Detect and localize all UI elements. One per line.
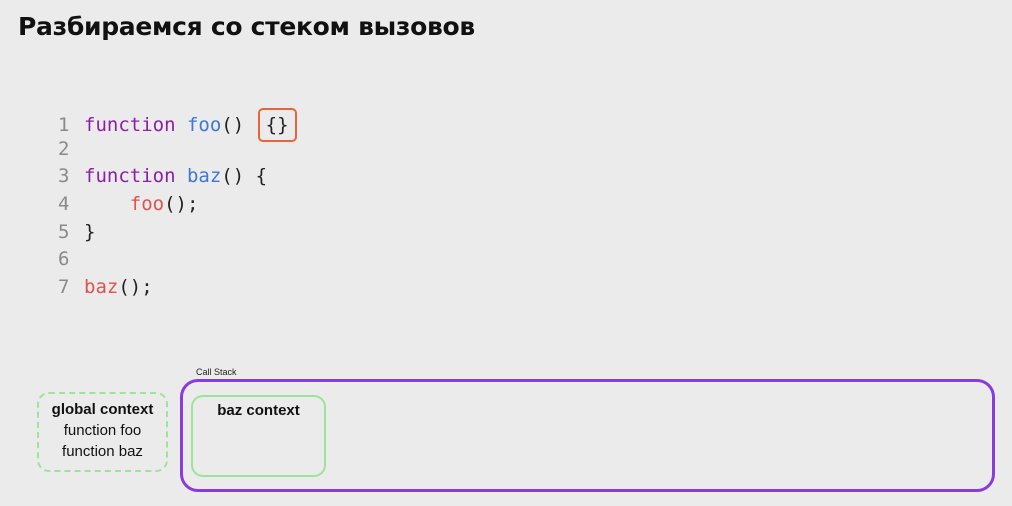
code-line-7: 7 baz();	[58, 274, 297, 302]
line-number: 7	[58, 276, 70, 299]
global-context-item: function foo	[63, 422, 142, 439]
code-line-3: 3 function baz() {	[58, 163, 297, 191]
parens: ()	[221, 165, 245, 188]
open-brace: {	[255, 165, 268, 188]
baz-context-frame: baz context	[191, 395, 326, 477]
code-line-2: 2	[58, 136, 297, 164]
code-block: 1 function foo() {} 2 3 function baz() { 4…	[58, 108, 297, 302]
call-parens: ();	[118, 276, 153, 299]
line-number: 3	[58, 165, 70, 188]
line-number: 5	[58, 220, 70, 243]
parens: ()	[221, 114, 245, 136]
keyword-function: function	[84, 165, 176, 188]
global-context-item: function baz	[62, 443, 143, 460]
line-number: 4	[58, 193, 70, 216]
code-line-6: 6	[58, 246, 297, 274]
function-name-foo: foo	[186, 114, 222, 136]
close-brace: }	[84, 220, 96, 243]
line-number: 6	[58, 248, 70, 271]
call-stack-label: Call Stack	[196, 367, 237, 377]
function-name-baz: baz	[186, 165, 222, 188]
call-baz: baz	[84, 276, 119, 299]
line-number: 2	[58, 137, 70, 160]
keyword-function: function	[84, 114, 176, 136]
call-parens: ();	[164, 193, 199, 216]
call-foo: foo	[129, 193, 165, 216]
global-context-box: global context function foo function baz	[37, 392, 168, 472]
code-line-1: 1 function foo() {}	[58, 108, 297, 142]
global-context-title: global context	[51, 401, 154, 418]
baz-context-title: baz context	[217, 402, 300, 419]
code-line-4: 4 foo();	[58, 191, 297, 219]
slide-title: Разбираемся со стеком вызовов	[18, 12, 475, 41]
code-line-5: 5}	[58, 219, 297, 247]
